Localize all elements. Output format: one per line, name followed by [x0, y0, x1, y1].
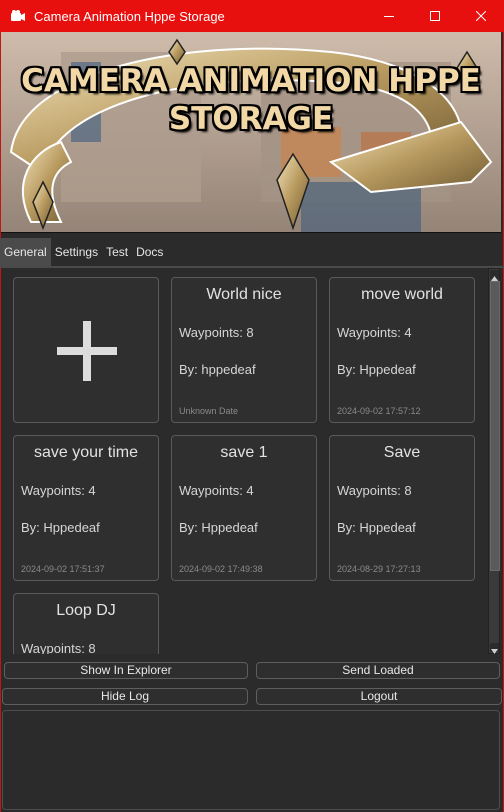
card-date: 2024-09-02 17:49:38	[179, 564, 263, 574]
animation-card[interactable]: save your time Waypoints: 4 By: Hppedeaf…	[13, 435, 159, 581]
card-waypoints: Waypoints: 4	[179, 483, 254, 498]
camera-icon	[11, 10, 25, 21]
card-date: Unknown Date	[179, 406, 239, 416]
add-animation-card[interactable]	[13, 277, 159, 423]
tab-docs[interactable]: Docs	[132, 238, 167, 266]
tab-settings[interactable]: Settings	[51, 238, 102, 266]
card-author: By: Hppedeaf	[179, 520, 258, 535]
logout-button[interactable]: Logout	[256, 688, 502, 705]
card-title: World nice	[206, 286, 282, 303]
log-panel[interactable]	[2, 710, 500, 810]
card-waypoints: Waypoints: 4	[337, 325, 412, 340]
send-loaded-button[interactable]: Send Loaded	[256, 662, 500, 679]
hide-log-button[interactable]: Hide Log	[2, 688, 248, 705]
card-date: 2024-09-02 17:57:12	[337, 406, 421, 416]
banner-title: CAMERA ANIMATION HPPE STORAGE	[1, 62, 501, 138]
banner-title-line1: CAMERA ANIMATION HPPE	[21, 63, 481, 99]
grid-scrollbar[interactable]	[488, 268, 500, 654]
animation-card[interactable]: move world Waypoints: 4 By: Hppedeaf 202…	[329, 277, 475, 423]
card-waypoints: Waypoints: 8	[337, 483, 412, 498]
animation-grid: World nice Waypoints: 8 By: hppedeaf Unk…	[4, 268, 488, 654]
tab-test[interactable]: Test	[102, 238, 132, 266]
card-date: 2024-08-29 17:27:13	[337, 564, 421, 574]
scroll-down-button[interactable]	[490, 643, 499, 654]
scroll-thumb[interactable]	[490, 281, 500, 571]
card-author: By: Hppedeaf	[337, 362, 416, 377]
banner-title-line2: STORAGE	[168, 101, 334, 137]
card-waypoints: Waypoints: 8	[21, 641, 96, 654]
card-title: move world	[361, 286, 443, 303]
animation-card[interactable]: Save Waypoints: 8 By: Hppedeaf 2024-08-2…	[329, 435, 475, 581]
card-author: By: Hppedeaf	[21, 520, 100, 535]
close-icon	[476, 11, 486, 21]
card-waypoints: Waypoints: 8	[179, 325, 254, 340]
window-title: Camera Animation Hppe Storage	[34, 8, 225, 24]
animation-card[interactable]: Loop DJ Waypoints: 8	[13, 593, 159, 654]
card-waypoints: Waypoints: 4	[21, 483, 96, 498]
card-author: By: hppedeaf	[179, 362, 256, 377]
plus-icon	[57, 321, 117, 381]
maximize-icon	[430, 11, 440, 21]
minimize-button[interactable]	[366, 0, 412, 32]
card-title: save your time	[33, 444, 139, 461]
show-in-explorer-button[interactable]: Show In Explorer	[4, 662, 248, 679]
card-author: By: Hppedeaf	[337, 520, 416, 535]
tab-general[interactable]: General	[0, 238, 51, 266]
tab-bar: General Settings Test Docs	[0, 238, 504, 268]
card-title: Save	[383, 444, 421, 461]
banner: CAMERA ANIMATION HPPE STORAGE	[1, 32, 501, 233]
maximize-button[interactable]	[412, 0, 458, 32]
card-title: save 1	[220, 444, 268, 461]
card-title: Loop DJ	[56, 602, 116, 619]
close-button[interactable]	[458, 0, 504, 32]
animation-card[interactable]: World nice Waypoints: 8 By: hppedeaf Unk…	[171, 277, 317, 423]
animation-card[interactable]: save 1 Waypoints: 4 By: Hppedeaf 2024-09…	[171, 435, 317, 581]
scroll-up-button[interactable]	[490, 270, 499, 281]
minimize-icon	[384, 16, 394, 17]
arrow-down-icon	[491, 649, 498, 654]
card-date: 2024-09-02 17:51:37	[21, 564, 105, 574]
title-bar: Camera Animation Hppe Storage	[0, 0, 504, 32]
